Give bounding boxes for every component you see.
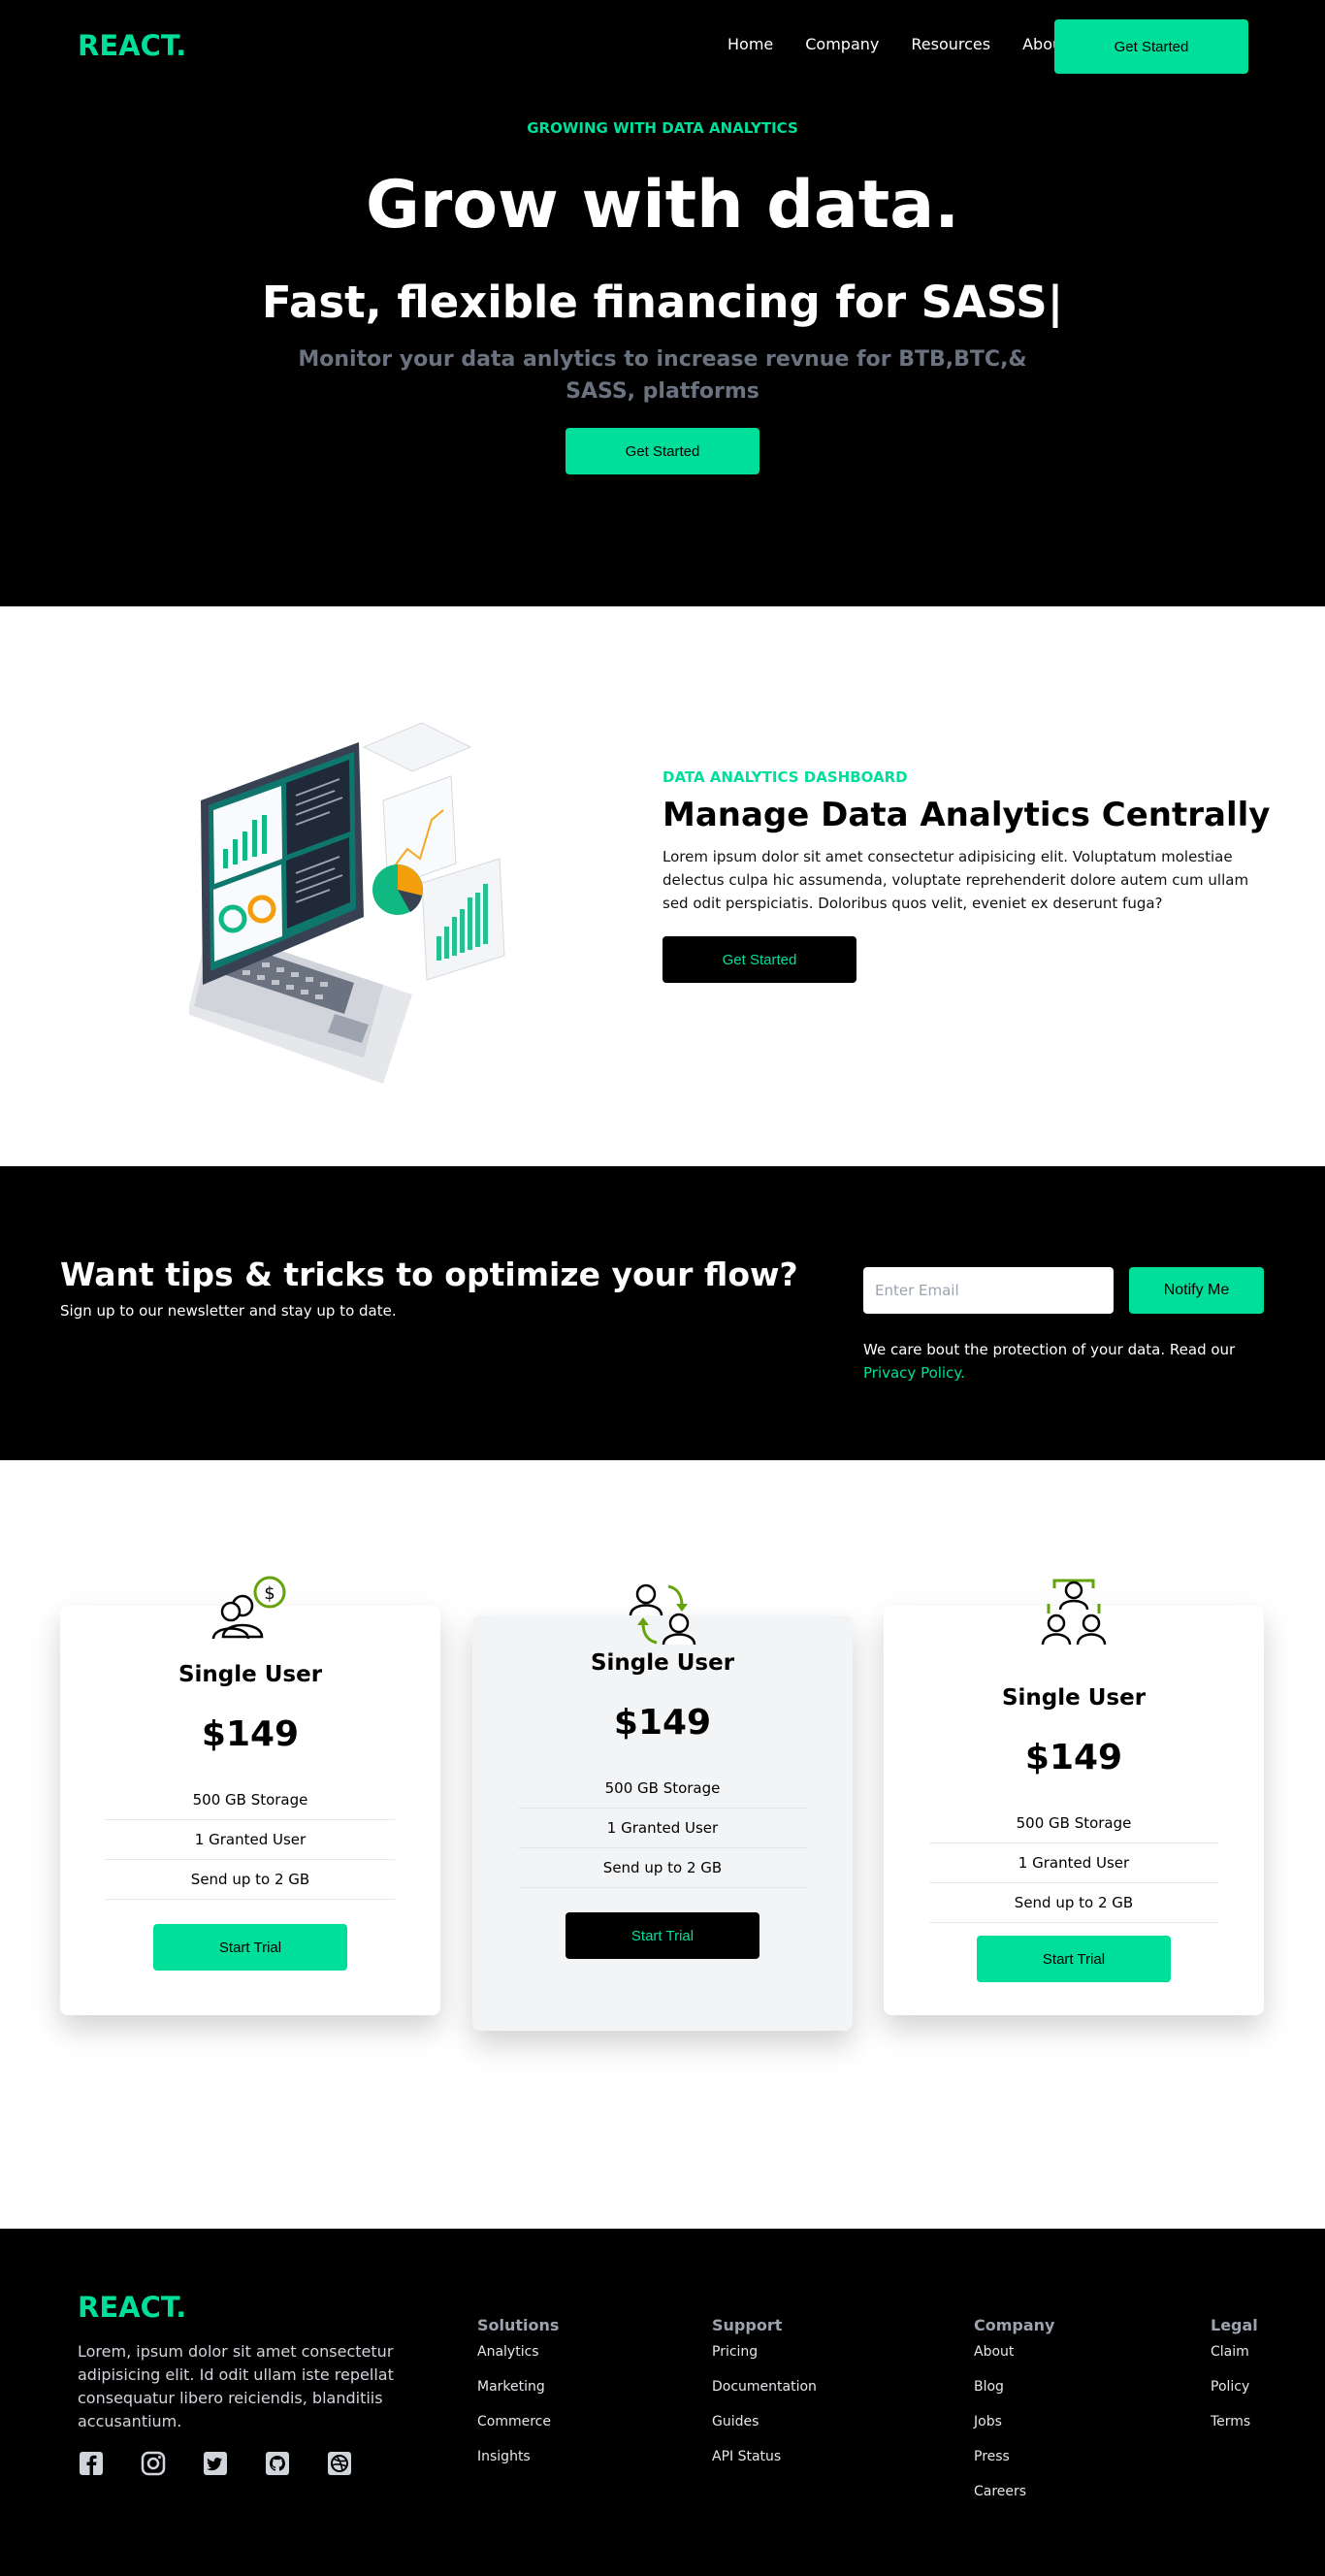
hero-eyebrow: GROWING WITH DATA ANALYTICS — [527, 119, 798, 137]
twitter-icon[interactable] — [202, 2450, 229, 2477]
nav-link-resources[interactable]: Resources — [911, 35, 990, 53]
pricing-card-1: $ Single User $149 500 GB Storage 1 Gran… — [60, 1576, 440, 2015]
footer-link[interactable]: Pricing — [712, 2344, 817, 2379]
footer-link[interactable]: Claim — [1211, 2344, 1258, 2379]
start-trial-button[interactable]: Start Trial — [566, 1912, 759, 1959]
user-group-icon — [1041, 1579, 1107, 1646]
footer-link[interactable]: Guides — [712, 2414, 817, 2449]
footer: REACT. Lorem, ipsum dolor sit amet conse… — [0, 2229, 1325, 2576]
privacy-note: We care bout the protection of your data… — [863, 1338, 1271, 1385]
instagram-icon[interactable] — [140, 2450, 167, 2477]
plan-feature: 1 Granted User — [929, 1843, 1218, 1883]
svg-text:$: $ — [264, 1583, 275, 1604]
footer-link[interactable]: Documentation — [712, 2379, 817, 2414]
analytics-title: Manage Data Analytics Centrally — [662, 796, 1271, 834]
footer-link[interactable]: Commerce — [477, 2414, 559, 2449]
footer-link[interactable]: Insights — [477, 2449, 559, 2484]
analytics-get-started-button[interactable]: Get Started — [662, 936, 856, 983]
newsletter-subtitle: Sign up to our newsletter and stay up to… — [60, 1302, 397, 1320]
footer-logo[interactable]: REACT. — [78, 2291, 186, 2324]
footer-column-support: Support Pricing Documentation Guides API… — [712, 2316, 817, 2484]
footer-link[interactable]: Analytics — [477, 2344, 559, 2379]
footer-column-title: Legal — [1211, 2316, 1258, 2334]
newsletter-section: Want tips & tricks to optimize your flow… — [0, 1166, 1325, 1460]
footer-link[interactable]: Jobs — [974, 2414, 1054, 2449]
plan-price: $149 — [613, 1703, 712, 1743]
footer-link[interactable]: Terms — [1211, 2414, 1258, 2449]
footer-description: Lorem, ipsum dolor sit amet consectetur … — [78, 2342, 394, 2430]
hero-description: Monitor your data anlytics to increase r… — [298, 347, 1027, 404]
analytics-eyebrow: DATA ANALYTICS DASHBOARD — [662, 768, 908, 786]
single-user-dollar-icon: $ — [211, 1576, 286, 1640]
footer-link[interactable]: Careers — [974, 2484, 1054, 2519]
pricing-section: $ Single User $149 500 GB Storage 1 Gran… — [0, 1460, 1325, 2229]
nav-links: Home Company Resources About — [727, 35, 1100, 53]
privacy-policy-link[interactable]: Privacy Policy. — [863, 1364, 965, 1382]
footer-column-solutions: Solutions Analytics Marketing Commerce I… — [477, 2316, 559, 2484]
analytics-text: Lorem ipsum dolor sit amet consectetur a… — [662, 848, 1249, 912]
newsletter-title: Want tips & tricks to optimize your flow… — [60, 1255, 798, 1293]
brand-logo[interactable]: REACT. — [78, 29, 186, 62]
dribbble-icon[interactable] — [326, 2450, 353, 2477]
footer-link[interactable]: Marketing — [477, 2379, 559, 2414]
plan-feature: Send up to 2 GB — [929, 1883, 1218, 1923]
footer-column-title: Company — [974, 2316, 1055, 2334]
footer-column-legal: Legal Claim Policy Terms — [1211, 2316, 1258, 2449]
plan-price: $149 — [201, 1714, 300, 1754]
navbar: REACT. Home Company Resources About Get … — [0, 0, 1325, 93]
email-input[interactable] — [863, 1267, 1114, 1314]
plan-feature: 500 GB Storage — [106, 1780, 395, 1820]
start-trial-button[interactable]: Start Trial — [153, 1924, 347, 1971]
user-swap-icon — [629, 1583, 696, 1646]
analytics-section: DATA ANALYTICS DASHBOARD Manage Data Ana… — [0, 606, 1325, 1166]
plan-feature: Send up to 2 GB — [106, 1860, 395, 1900]
start-trial-button[interactable]: Start Trial — [977, 1936, 1171, 1982]
hero-subtitle: Fast, flexible financing for SASS| — [261, 277, 1064, 328]
github-icon[interactable] — [264, 2450, 291, 2477]
plan-feature: 1 Granted User — [106, 1820, 395, 1860]
hero-section: REACT. Home Company Resources About Get … — [0, 0, 1325, 606]
social-links — [78, 2450, 353, 2477]
plan-feature: 500 GB Storage — [929, 1804, 1218, 1843]
footer-link[interactable]: Press — [974, 2449, 1054, 2484]
nav-get-started-button[interactable]: Get Started — [1054, 19, 1248, 74]
notify-me-button[interactable]: Notify Me — [1129, 1267, 1264, 1314]
footer-link[interactable]: Policy — [1211, 2379, 1258, 2414]
pricing-card-2: Single User $149 500 GB Storage 1 Grante… — [472, 1583, 853, 2031]
plan-feature: 500 GB Storage — [518, 1769, 807, 1809]
plan-title: Single User — [1001, 1685, 1147, 1711]
nav-link-company[interactable]: Company — [805, 35, 879, 53]
footer-column-company: Company About Blog Jobs Press Careers — [974, 2316, 1054, 2519]
footer-column-title: Support — [712, 2316, 783, 2334]
footer-link[interactable]: API Status — [712, 2449, 817, 2484]
laptop-analytics-illustration — [189, 722, 505, 1084]
privacy-note-text: We care bout the protection of your data… — [863, 1341, 1236, 1358]
plan-feature: 1 Granted User — [518, 1809, 807, 1848]
nav-link-home[interactable]: Home — [727, 35, 773, 53]
plan-title: Single User — [590, 1650, 735, 1676]
footer-link[interactable]: Blog — [974, 2379, 1054, 2414]
facebook-icon[interactable] — [78, 2450, 105, 2477]
plan-price: $149 — [1024, 1738, 1123, 1777]
plan-title: Single User — [178, 1662, 323, 1687]
hero-get-started-button[interactable]: Get Started — [566, 428, 759, 474]
footer-column-title: Solutions — [477, 2316, 560, 2334]
plan-feature: Send up to 2 GB — [518, 1848, 807, 1888]
footer-link[interactable]: About — [974, 2344, 1054, 2379]
hero-title: Grow with data. — [365, 167, 960, 244]
pricing-card-3: Single User $149 500 GB Storage 1 Grante… — [884, 1579, 1264, 2015]
